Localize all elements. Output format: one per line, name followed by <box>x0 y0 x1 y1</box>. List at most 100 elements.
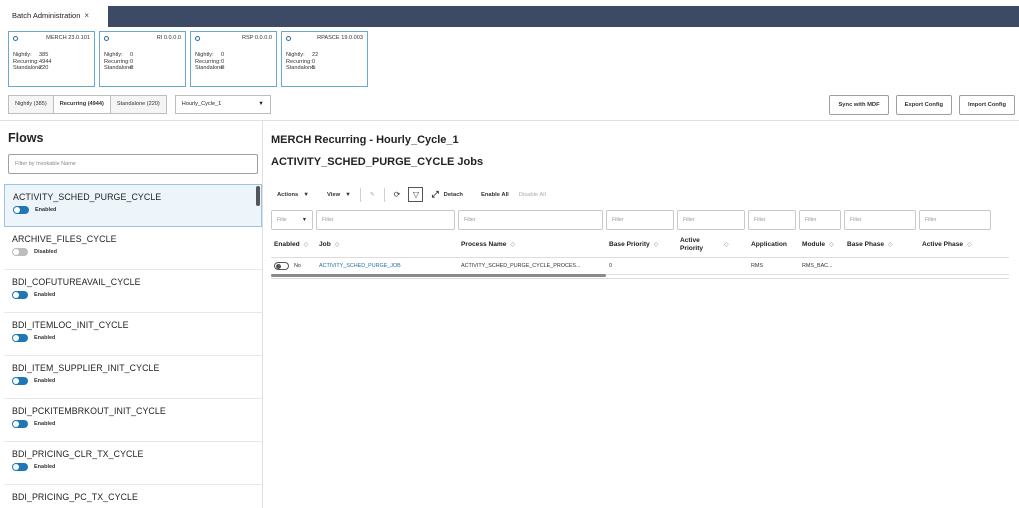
detach-button[interactable]: ⤢ Detach <box>431 189 463 200</box>
filter-icon[interactable]: ▽ <box>408 187 424 202</box>
flow-item[interactable]: BDI_PRICING_PC_TX_CYCLE <box>4 485 262 508</box>
app-card-rsp[interactable]: RSP 0.0.0.0 Nightly: 0 Recurring: 0 Standa… <box>190 31 277 87</box>
column-header-active-phase[interactable]: Active Phase ◇ <box>919 241 994 248</box>
nightly-label: Nightly: <box>195 52 214 58</box>
enabled-value: No <box>294 263 301 269</box>
divider <box>0 120 1019 121</box>
radio-icon[interactable] <box>104 35 109 41</box>
standalone-label: Standalone: <box>286 65 316 72</box>
header-label: Base Phase <box>847 241 885 248</box>
close-icon[interactable]: × <box>84 5 89 27</box>
refresh-icon[interactable]: ⟳ <box>394 190 401 199</box>
nightly-label: Nightly: <box>13 52 32 58</box>
header-label: Active Priority <box>680 236 704 252</box>
column-header-job[interactable]: Job ◇ <box>316 241 458 248</box>
standalone-label: Standalone: <box>195 65 225 72</box>
column-header-base-phase[interactable]: Base Phase ◇ <box>844 241 919 248</box>
flow-name: BDI_COFUTUREAVAIL_CYCLE <box>12 277 141 287</box>
recurring-label: Recurring: <box>286 58 312 65</box>
flow-item[interactable]: BDI_ITEMLOC_INIT_CYCLE Enabled <box>4 313 262 356</box>
process-filter[interactable]: Filter <box>458 209 603 230</box>
application-filter[interactable]: Filter <box>748 209 796 230</box>
column-header-process[interactable]: Process Name ◇ <box>458 241 606 248</box>
active-priority-filter[interactable]: Filter <box>677 209 745 230</box>
module-filter[interactable]: Filter <box>799 209 841 230</box>
cycle-select[interactable]: Hourly_Cycle_1 ▼ <box>174 95 271 114</box>
tab-batch-administration[interactable]: Batch Administration × <box>6 5 96 27</box>
sync-mdf-button[interactable]: Sync with MDF <box>829 95 889 115</box>
view-label: View <box>327 191 341 198</box>
app-card-ri[interactable]: RI 0.0.0.0 Nightly: 0 Recurring: 0 Standal… <box>99 31 186 87</box>
nightly-button[interactable]: Nightly (385) <box>8 95 54 114</box>
job-filter[interactable]: Filter <box>316 209 455 230</box>
column-header-active-priority[interactable]: Active Priority ◇ <box>677 237 748 253</box>
export-config-button[interactable]: Export Config <box>895 95 952 115</box>
sort-icon: ◇ <box>334 242 340 248</box>
flow-item[interactable]: BDI_ITEM_SUPPLIER_INIT_CYCLE Enabled <box>4 356 262 399</box>
column-header-base-priority[interactable]: Base Priority ◇ <box>606 241 677 248</box>
standalone-button[interactable]: Standalone (220) <box>110 95 167 114</box>
enable-toggle[interactable] <box>12 463 28 471</box>
radio-icon[interactable] <box>286 35 291 41</box>
job-enable-toggle[interactable] <box>274 262 289 270</box>
base-phase-filter[interactable]: Filter <box>844 209 916 230</box>
enable-all-button[interactable]: Enable All <box>481 192 509 198</box>
nightly-count: 385 <box>39 52 49 58</box>
sort-icon: ◇ <box>510 242 516 248</box>
app-name: MERCH 23.0.101 <box>46 35 90 41</box>
flow-filter-input[interactable]: Filter by Invokable Name <box>8 154 258 174</box>
header-label: Base Priority <box>609 241 650 248</box>
app-card-merch[interactable]: MERCH 23.0.101 Nightly: 385 Recurring: 494… <box>8 31 95 87</box>
radio-icon[interactable] <box>195 35 200 41</box>
flow-name: ACTIVITY_SCHED_PURGE_CYCLE <box>13 192 162 202</box>
column-header-module[interactable]: Module ◇ <box>799 241 844 248</box>
flow-status: Enabled <box>35 207 57 213</box>
detach-icon: ⤢ <box>431 189 439 199</box>
flow-item[interactable]: ACTIVITY_SCHED_PURGE_CYCLE Enabled <box>4 184 262 227</box>
enable-toggle[interactable] <box>12 420 28 428</box>
column-header-enabled[interactable]: Enabled ◇ <box>271 241 316 248</box>
flow-item[interactable]: BDI_COFUTUREAVAIL_CYCLE Enabled <box>4 270 262 313</box>
application-cell: RMS <box>751 263 763 269</box>
flow-status: Enabled <box>34 378 56 384</box>
sort-icon: ◇ <box>724 242 729 248</box>
edit-icon[interactable]: ✎ <box>370 192 375 198</box>
enable-toggle[interactable] <box>13 206 29 214</box>
enabled-filter[interactable]: Filte ▼ <box>271 209 313 230</box>
app-card-rpasce[interactable]: RPASCE 19.0.003 Nightly: 22 Recurring: 0 S… <box>281 31 368 87</box>
enable-toggle[interactable] <box>12 377 28 385</box>
base-priority-filter[interactable]: Filter <box>606 209 674 230</box>
sort-icon: ◇ <box>303 242 309 248</box>
flow-list-scrollbar[interactable] <box>256 186 260 206</box>
import-config-button[interactable]: Import Config <box>959 95 1015 115</box>
recurring-button[interactable]: Recurring (4944) <box>53 95 111 114</box>
table-row[interactable]: No ACTIVITY_SCHED_PURGE_JOB ACTIVITY_SCH… <box>271 258 1009 275</box>
standalone-count: 0 <box>130 65 134 72</box>
active-phase-filter[interactable]: Filter <box>919 209 991 230</box>
actions-menu[interactable]: Actions ▼ <box>277 192 309 198</box>
column-header-application[interactable]: Application <box>748 241 799 248</box>
enable-toggle[interactable] <box>12 334 28 342</box>
view-menu[interactable]: View ▼ <box>327 192 351 198</box>
app-name: RI 0.0.0.0 <box>156 35 181 41</box>
jobs-toolbar: Actions ▼ View ▼ ✎ ⟳ ▽ ⤢ Detach Enable All … <box>277 187 546 202</box>
radio-icon[interactable] <box>13 35 18 41</box>
enable-toggle[interactable] <box>12 248 28 256</box>
flow-item[interactable]: BDI_PCKITEMBRKOUT_INIT_CYCLE Enabled <box>4 399 262 442</box>
header-label: Enabled <box>274 241 300 248</box>
sort-icon: ◇ <box>888 242 893 248</box>
nightly-label: Nightly: <box>104 52 123 58</box>
table-bottom-border <box>271 278 1009 279</box>
table-horizontal-scrollbar[interactable] <box>271 274 606 277</box>
tab-bar-background <box>108 6 1019 27</box>
flow-item[interactable]: ARCHIVE_FILES_CYCLE Disabled <box>4 227 262 270</box>
enable-toggle[interactable] <box>12 291 28 299</box>
flow-status: Enabled <box>34 292 56 298</box>
recurring-count: 0 <box>312 58 316 65</box>
job-link[interactable]: ACTIVITY_SCHED_PURGE_JOB <box>316 263 458 269</box>
flow-item[interactable]: BDI_PRICING_CLR_TX_CYCLE Enabled <box>4 442 262 485</box>
flows-title: Flows <box>8 131 44 145</box>
chevron-down-icon: ▼ <box>258 101 264 107</box>
standalone-count: 220 <box>39 65 49 72</box>
disable-all-button[interactable]: Disable All <box>519 192 546 198</box>
